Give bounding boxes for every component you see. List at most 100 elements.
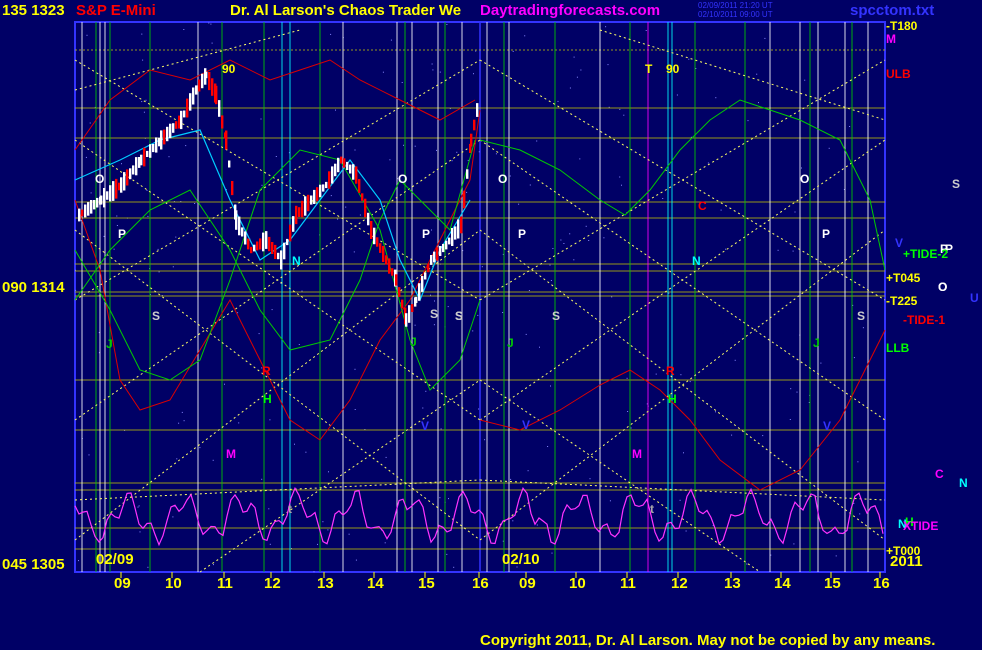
up-bar: [265, 231, 268, 249]
file-name: spcctom.txt: [850, 2, 934, 19]
red-forecast-curve-3: [479, 329, 886, 491]
planet-label: O: [938, 280, 947, 294]
star: [157, 248, 159, 250]
star: [260, 118, 262, 120]
star: [762, 435, 764, 437]
star: [436, 149, 437, 151]
up-bar: [373, 227, 376, 245]
x-tick-label: 16: [472, 575, 489, 592]
planet-label: C: [935, 467, 944, 481]
planet-label: S: [455, 309, 463, 323]
up-bar: [367, 212, 370, 226]
down-bar: [115, 178, 118, 199]
star: [89, 122, 91, 124]
up-bar: [352, 164, 355, 180]
planet-label: V: [421, 419, 429, 433]
star: [453, 566, 455, 568]
up-bar: [241, 227, 244, 237]
star: [467, 159, 469, 161]
star: [609, 500, 611, 502]
star: [569, 233, 571, 235]
date-label-1: 02/09: [96, 551, 134, 568]
up-bar: [433, 251, 436, 263]
diagonal-line: [479, 139, 886, 421]
x-tick-label: 13: [724, 575, 741, 592]
star: [382, 71, 384, 73]
down-bar: [231, 181, 234, 196]
star: [573, 259, 575, 261]
down-bar: [81, 209, 84, 217]
price-bottom-label: 045 1305: [2, 556, 65, 573]
up-bar: [418, 283, 421, 301]
up-bar: [195, 85, 198, 95]
price-mid-label: 090 1314: [2, 279, 65, 296]
star: [655, 373, 657, 375]
star: [512, 50, 514, 52]
star: [403, 144, 404, 146]
star: [451, 160, 453, 162]
star: [473, 73, 474, 75]
star: [330, 195, 332, 197]
down-bar: [268, 236, 271, 252]
down-bar: [385, 255, 388, 265]
star: [478, 408, 480, 410]
down-bar: [382, 246, 385, 262]
down-bar: [215, 85, 218, 105]
up-bar: [201, 73, 204, 89]
down-bar: [401, 299, 404, 309]
up-bar: [106, 191, 109, 200]
up-bar: [262, 232, 265, 252]
star: [440, 428, 442, 430]
up-bar: [84, 204, 87, 218]
right-label: M: [886, 32, 896, 46]
up-bar: [189, 93, 192, 111]
star: [103, 235, 105, 237]
up-bar: [337, 157, 340, 173]
up-bar: [112, 181, 115, 201]
planet-label: S: [152, 309, 160, 323]
planet-label: O: [800, 172, 809, 186]
star: [447, 306, 449, 308]
star: [456, 151, 458, 153]
star: [607, 64, 609, 66]
star: [238, 422, 240, 424]
up-bar: [192, 87, 195, 105]
star: [301, 290, 303, 292]
star: [147, 215, 149, 217]
down-bar: [307, 194, 310, 212]
down-bar: [175, 121, 178, 129]
star: [747, 120, 749, 122]
up-bar: [415, 296, 418, 303]
planet-label: S: [857, 309, 865, 323]
star: [502, 312, 504, 313]
star: [720, 209, 722, 211]
down-bar: [316, 187, 319, 201]
up-bar: [169, 123, 172, 139]
star: [172, 516, 174, 518]
planet-label: M: [632, 447, 642, 461]
star: [589, 478, 591, 480]
star: [432, 69, 434, 71]
right-label: XTIDE: [903, 519, 938, 533]
down-bar: [247, 238, 250, 250]
star: [217, 49, 219, 51]
star: [477, 314, 479, 316]
star: [518, 203, 520, 205]
star: [777, 249, 779, 251]
star: [603, 237, 605, 239]
star: [355, 559, 357, 561]
star: [141, 101, 143, 103]
cyan-forecast-line: [74, 129, 471, 302]
up-bar: [149, 144, 152, 158]
star: [662, 198, 664, 199]
planet-label: R: [666, 364, 675, 378]
right-label: +TIDE-2: [903, 247, 948, 261]
up-bar: [155, 137, 158, 153]
down-bar: [250, 246, 253, 254]
star: [88, 454, 90, 456]
star: [611, 296, 613, 298]
up-bar: [244, 231, 247, 245]
up-bar: [135, 157, 138, 176]
up-bar: [100, 195, 103, 205]
star: [328, 471, 329, 473]
